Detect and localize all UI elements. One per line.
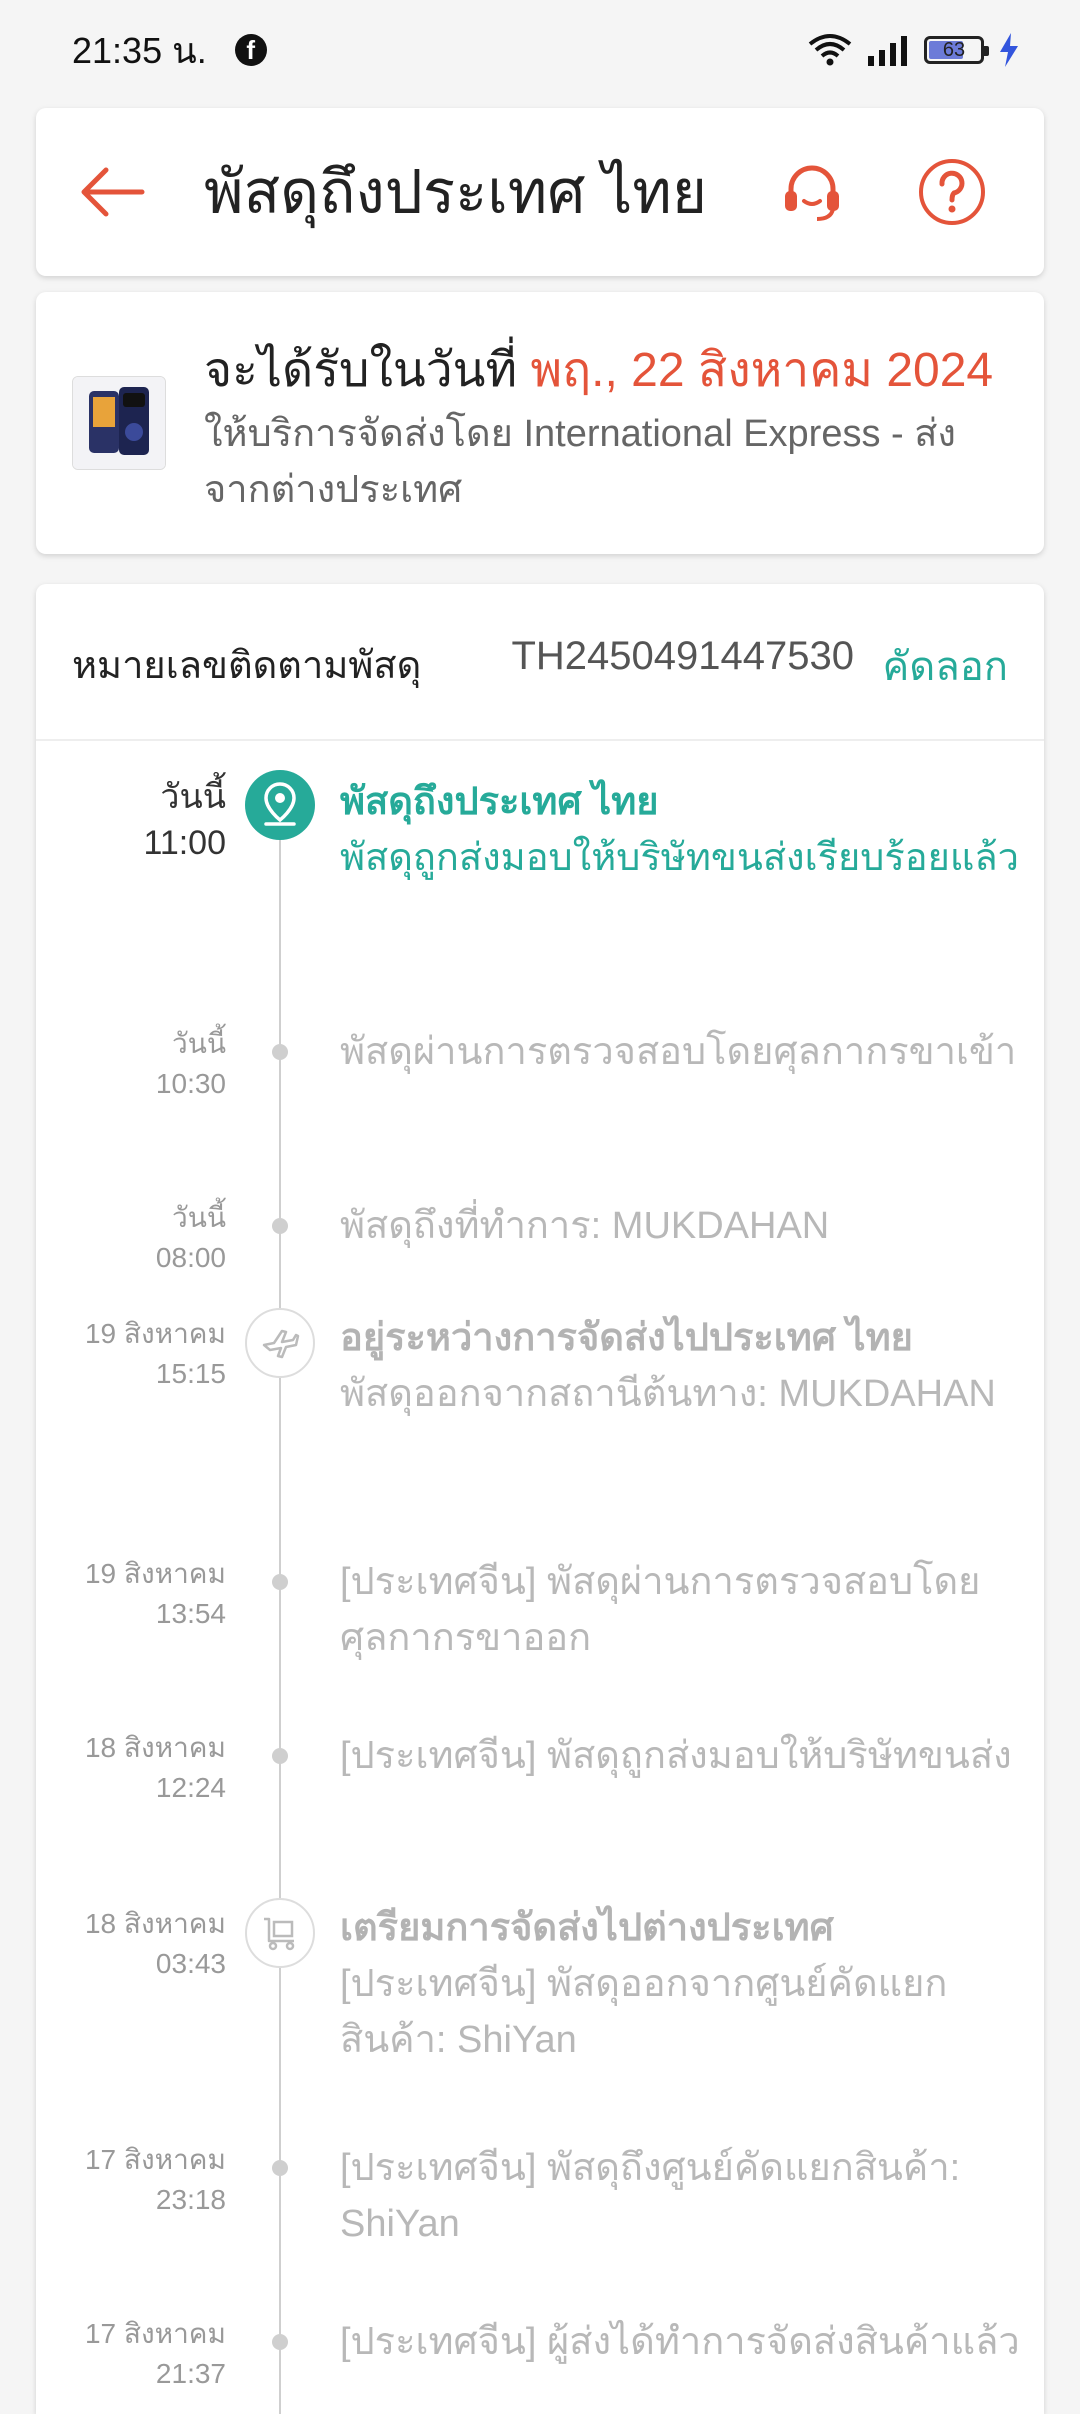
event-content: [ประเทศจีน] พัสดุถึงศูนย์คัดแยกสินค้า: S… <box>340 2140 1040 2252</box>
event-description: [ประเทศจีน] พัสดุถึงศูนย์คัดแยกสินค้า: S… <box>340 2147 961 2245</box>
signal-icon <box>868 36 907 66</box>
event-day: 18 สิงหาคม <box>84 1732 226 1763</box>
event-time: 12:24 <box>155 1772 226 1803</box>
event-description: [ประเทศจีน] พัสดุออกจากศูนย์คัดแยกสินค้า… <box>340 1963 948 2061</box>
delivery-info-card: จะได้รับในวันที่ พฤ., 22 สิงหาคม 2024 ให… <box>36 292 1044 554</box>
event-date: 18 สิงหาคม 12:24 <box>85 1728 226 1808</box>
event-day: วันนี้ <box>171 1202 226 1233</box>
event-description: พัสดุผ่านการตรวจสอบโดยศุลกากรขาเข้า <box>340 1031 1017 1073</box>
event-description: [ประเทศจีน] พัสดุผ่านการตรวจสอบโดยศุลกาก… <box>340 1561 981 1659</box>
charging-icon <box>1000 33 1018 67</box>
event-content: อยู่ระหว่างการจัดส่งไปประเทศ ไทย พัสดุออ… <box>340 1310 1040 1422</box>
back-button[interactable] <box>72 152 152 232</box>
facebook-icon: f <box>234 34 267 66</box>
event-day: 19 สิงหาคม <box>84 1318 226 1349</box>
event-content: [ประเทศจีน] พัสดุถูกส่งมอบให้บริษัทขนส่ง <box>340 1728 1040 1784</box>
timeline-dot <box>272 2160 288 2176</box>
event-time: 03:43 <box>155 1948 226 1979</box>
timeline-dot <box>272 1574 288 1590</box>
event-time: 13:54 <box>155 1598 226 1629</box>
battery-icon: 63 <box>924 36 989 64</box>
status-bar: 21:35 น. f 63 <box>0 0 1080 100</box>
delivery-estimate: จะได้รับในวันที่ พฤ., 22 สิงหาคม 2024 <box>204 332 993 408</box>
event-content: [ประเทศจีน] ผู้ส่งได้ทำการจัดส่งสินค้าแล… <box>340 2314 1040 2370</box>
question-circle-icon <box>919 159 985 225</box>
event-description: [ประเทศจีน] ผู้ส่งได้ทำการจัดส่งสินค้าแล… <box>340 2321 1020 2363</box>
delivery-date: พฤ., 22 สิงหาคม 2024 <box>530 344 994 397</box>
page-title: พัสดุถึงประเทศ ไทย <box>204 158 707 226</box>
event-day: วันนี้ <box>171 1028 226 1059</box>
event-description: พัสดุถูกส่งมอบให้บริษัทขนส่งเรียบร้อยแล้… <box>340 837 1020 879</box>
help-button[interactable] <box>912 152 992 232</box>
event-time: 10:30 <box>155 1068 226 1099</box>
event-time: 11:00 <box>143 824 226 862</box>
timeline-dot <box>272 2334 288 2350</box>
event-time: 23:18 <box>155 2184 226 2215</box>
status-time: 21:35 น. <box>72 29 207 71</box>
tracking-label: หมายเลขติดตามพัสดุ <box>72 645 422 687</box>
tracking-number: TH2450491447530 <box>511 634 854 678</box>
event-date: 18 สิงหาคม 03:43 <box>85 1904 226 1984</box>
header: พัสดุถึงประเทศ ไทย <box>36 108 1044 276</box>
customer-support-button[interactable] <box>772 152 852 232</box>
event-day: 17 สิงหาคม <box>84 2144 226 2175</box>
event-day: 18 สิงหาคม <box>84 1908 226 1939</box>
airplane-icon <box>245 1308 315 1378</box>
event-title: พัสดุถึงประเทศ ไทย <box>340 781 659 823</box>
event-time: 08:00 <box>155 1242 226 1273</box>
event-date: 17 สิงหาคม 23:18 <box>85 2140 226 2220</box>
timeline-dot <box>272 1218 288 1234</box>
event-content: พัสดุผ่านการตรวจสอบโดยศุลกากรขาเข้า <box>340 1024 1040 1080</box>
timeline-dot <box>272 1044 288 1060</box>
headset-icon <box>785 165 839 221</box>
tracking-number-row: หมายเลขติดตามพัสดุ TH2450491447530 คัดลอ… <box>36 584 1044 741</box>
timeline-dot <box>272 1748 288 1764</box>
arrow-left-icon <box>81 167 145 217</box>
event-date: 19 สิงหาคม 13:54 <box>85 1554 226 1634</box>
location-pin-icon <box>245 770 315 840</box>
event-day: วันนี้ <box>160 778 226 816</box>
shipping-service: ให้บริการจัดส่งโดย International Express… <box>204 413 956 511</box>
event-date: วันนี้ 10:30 <box>156 1024 226 1104</box>
event-description: พัสดุออกจากสถานีต้นทาง: MUKDAHAN <box>340 1373 996 1415</box>
event-content: พัสดุถึงประเทศ ไทย พัสดุถูกส่งมอบให้บริษ… <box>340 774 1040 886</box>
event-date: 19 สิงหาคม 15:15 <box>85 1314 226 1394</box>
event-date: วันนี้ 11:00 <box>143 774 226 866</box>
delivery-prefix: จะได้รับในวันที่ <box>204 344 531 397</box>
battery-level: 63 <box>942 38 966 61</box>
tracking-card: หมายเลขติดตามพัสดุ TH2450491447530 คัดลอ… <box>36 584 1044 2414</box>
event-date: วันนี้ 08:00 <box>156 1198 226 1278</box>
event-time: 21:37 <box>155 2358 226 2389</box>
wifi-icon <box>808 34 852 66</box>
event-time: 15:15 <box>155 1358 226 1389</box>
event-day: 17 สิงหาคม <box>84 2318 226 2349</box>
event-content: เตรียมการจัดส่งไปต่างประเทศ [ประเทศจีน] … <box>340 1900 1040 2068</box>
event-day: 19 สิงหาคม <box>84 1558 226 1589</box>
event-description: พัสดุถึงที่ทำการ: MUKDAHAN <box>340 1205 830 1247</box>
cart-icon <box>245 1898 315 1968</box>
event-title: อยู่ระหว่างการจัดส่งไปประเทศ ไทย <box>340 1317 913 1359</box>
timeline-event: วันนี้ 11:00 พัสดุถึงประเทศ ไทย พัสดุถูก… <box>36 770 1044 944</box>
copy-button[interactable]: คัดลอก <box>883 634 1009 698</box>
product-thumbnail <box>72 376 166 470</box>
event-description: [ประเทศจีน] พัสดุถูกส่งมอบให้บริษัทขนส่ง <box>340 1735 1012 1777</box>
event-content: พัสดุถึงที่ทำการ: MUKDAHAN <box>340 1198 1040 1254</box>
event-content: [ประเทศจีน] พัสดุผ่านการตรวจสอบโดยศุลกาก… <box>340 1554 1040 1666</box>
event-title: เตรียมการจัดส่งไปต่างประเทศ <box>340 1907 834 1949</box>
event-date: 17 สิงหาคม 21:37 <box>85 2314 226 2394</box>
